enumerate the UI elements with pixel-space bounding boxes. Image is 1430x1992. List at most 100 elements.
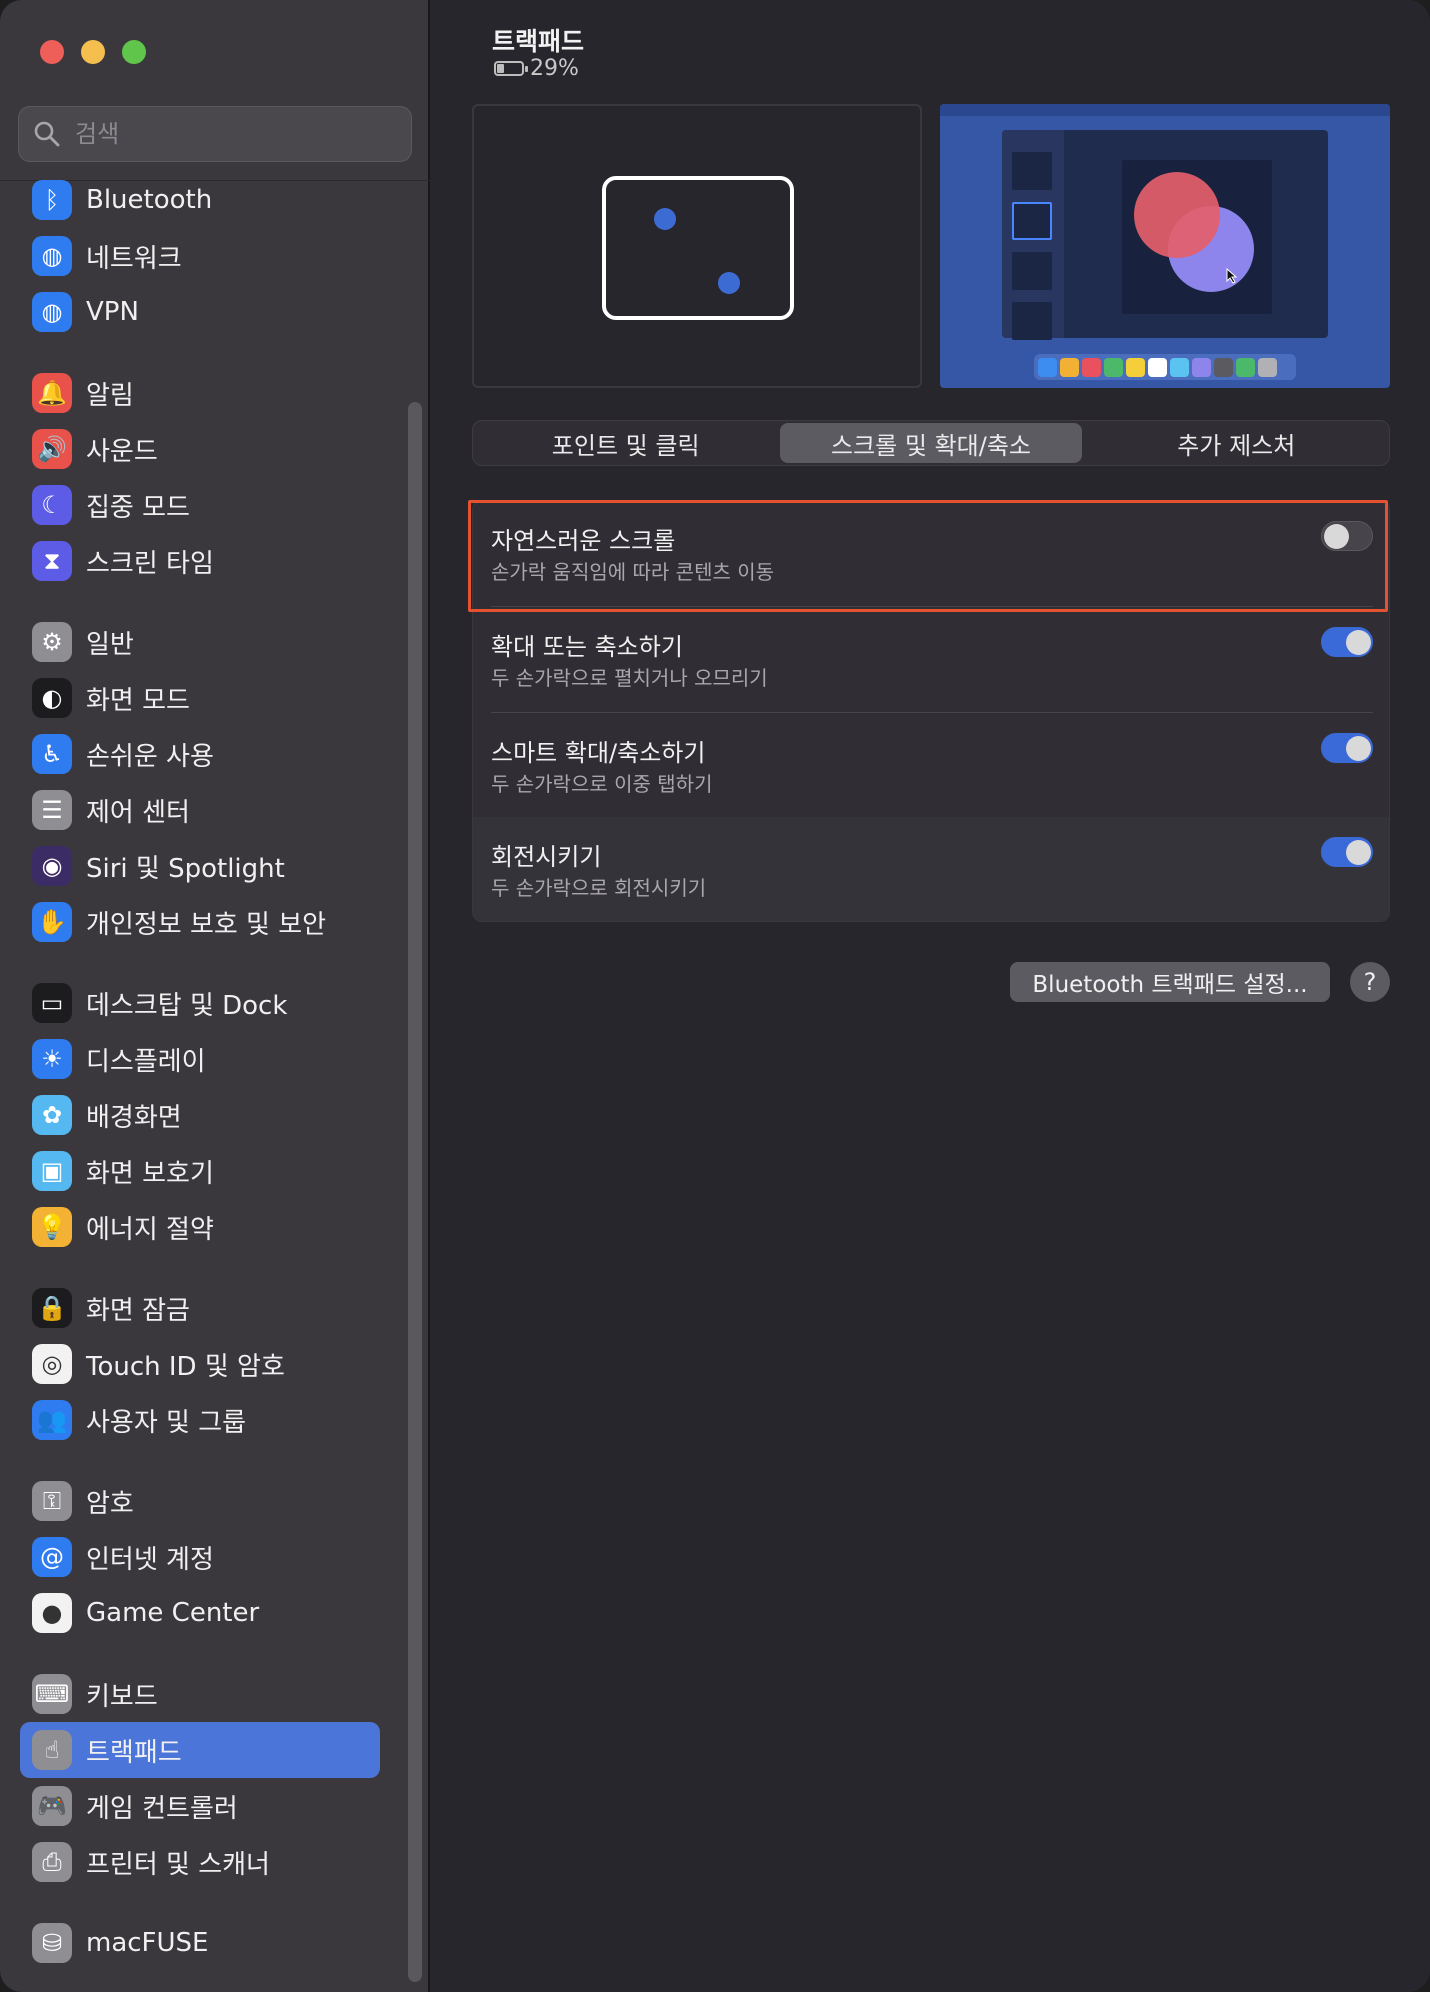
sidebar-item-siri[interactable]: ◉ Siri 및 Spotlight [20, 838, 380, 894]
screensaver-icon: ▣ [32, 1151, 72, 1191]
sidebar-item-at[interactable]: @ 인터넷 계정 [20, 1529, 380, 1585]
sidebar-item-screensaver[interactable]: ▣ 화면 보호기 [20, 1143, 380, 1199]
sidebar-item-game-center[interactable]: ● Game Center [20, 1585, 380, 1641]
sidebar-item-hourglass[interactable]: ⧗ 스크린 타임 [20, 533, 380, 589]
sidebar-item-label: 프린터 및 스캐너 [86, 1849, 270, 1880]
sidebar-item-bluetooth[interactable]: ᛒ Bluetooth [20, 172, 380, 228]
sidebar-item-label: 집중 모드 [86, 492, 190, 523]
demo-sidebar [1002, 130, 1064, 340]
sidebar-item-appearance[interactable]: ◐ 화면 모드 [20, 670, 380, 726]
sidebar-item-label: 개인정보 보호 및 보안 [86, 909, 327, 940]
appearance-icon: ◐ [32, 678, 72, 718]
sidebar-item-fingerprint[interactable]: ◎ Touch ID 및 암호 [20, 1336, 380, 1392]
sidebar-item-vpn-globe[interactable]: ◍ VPN [20, 284, 380, 340]
sidebar-item-label: 알림 [86, 380, 134, 411]
tab-scroll-and-zoom[interactable]: 스크롤 및 확대/축소 [780, 423, 1082, 463]
sidebar-item-globe[interactable]: ◍ 네트워크 [20, 228, 380, 284]
sidebar: ᛒ Bluetooth ◍ 네트워크 ◍ VPN 🔔 알림 🔊 사운드 ☾ 집중 모드 ⧗ 스크린 타임 ⚙… [0, 0, 430, 1992]
bluetooth-icon: ᛒ [32, 180, 72, 220]
sidebar-item-sun[interactable]: ☀ 디스플레이 [20, 1031, 380, 1087]
sidebar-scrollbar[interactable] [408, 402, 422, 1982]
tab-point-and-click[interactable]: 포인트 및 클릭 [475, 423, 776, 463]
sidebar-item-label: 에너지 절약 [86, 1214, 214, 1245]
search-field[interactable] [18, 106, 412, 162]
sidebar-item-lock[interactable]: 🔒 화면 잠금 [20, 1280, 380, 1336]
sidebar-item-printer[interactable]: ⎙ 프린터 및 스캐너 [20, 1834, 380, 1890]
finger-dot [718, 272, 740, 294]
demo-thumbnail [1012, 302, 1052, 340]
annotation-highlight [468, 500, 1388, 612]
sidebar-item-label: 네트워크 [86, 243, 182, 274]
sidebar-item-users[interactable]: 👥 사용자 및 그룹 [20, 1392, 380, 1448]
sidebar-item-macfuse[interactable]: ⛁ macFUSE [20, 1915, 380, 1971]
search-input[interactable] [75, 120, 395, 148]
demo-thumbnail [1012, 152, 1052, 190]
at-icon: @ [32, 1537, 72, 1577]
setting-title: 스마트 확대/축소하기 [491, 739, 706, 767]
hand-icon: ✋ [32, 902, 72, 942]
moon-icon: ☾ [32, 485, 72, 525]
flower-icon: ✿ [32, 1095, 72, 1135]
gear-icon: ⚙ [32, 622, 72, 662]
globe-icon: ◍ [32, 236, 72, 276]
sidebar-item-label: 암호 [86, 1488, 134, 1519]
sidebar-item-label: 트랙패드 [86, 1737, 182, 1768]
battery-level-fill [497, 64, 504, 73]
lock-icon: 🔒 [32, 1288, 72, 1328]
system-settings-window: ᛒ Bluetooth ◍ 네트워크 ◍ VPN 🔔 알림 🔊 사운드 ☾ 집중 모드 ⧗ 스크린 타임 ⚙… [0, 0, 1430, 1992]
minimize-button[interactable] [81, 40, 105, 64]
demo-canvas [1122, 160, 1272, 314]
users-icon: 👥 [32, 1400, 72, 1440]
siri-icon: ◉ [32, 846, 72, 886]
bluetooth-trackpad-setup-button[interactable]: Bluetooth 트랙패드 설정... [1010, 962, 1330, 1002]
sidebar-item-lightbulb[interactable]: 💡 에너지 절약 [20, 1199, 380, 1255]
sidebar-item-label: VPN [86, 297, 139, 327]
zoom-button[interactable] [122, 40, 146, 64]
toggle-knob [1346, 736, 1371, 761]
keyboard-icon: ⌨ [32, 1674, 72, 1714]
dock-icon: ▭ [32, 983, 72, 1023]
sidebar-item-label: Game Center [86, 1598, 260, 1628]
sidebar-item-label: Touch ID 및 암호 [86, 1351, 285, 1382]
sidebar-item-bell[interactable]: 🔔 알림 [20, 365, 380, 421]
help-button[interactable]: ? [1350, 962, 1390, 1002]
rotate-toggle[interactable] [1321, 837, 1373, 867]
sidebar-item-gamepad[interactable]: 🎮 게임 컨트롤러 [20, 1778, 380, 1834]
trackpad-icon: ☝ [32, 1730, 72, 1770]
sidebar-item-dock[interactable]: ▭ 데스크탑 및 Dock [20, 975, 380, 1031]
close-button[interactable] [40, 40, 64, 64]
key-icon: ⚿ [32, 1481, 72, 1521]
smart-zoom-toggle[interactable] [1321, 733, 1373, 763]
gamepad-icon: 🎮 [32, 1786, 72, 1826]
sidebar-item-keyboard[interactable]: ⌨ 키보드 [20, 1666, 380, 1722]
sidebar-item-label: 키보드 [86, 1681, 158, 1712]
battery-status: 29% [494, 56, 579, 81]
main-pane: 트랙패드 29% 포인트 및 클릭 스크롤 및 확대/축소 추가 제스처 자연스… [432, 0, 1430, 1992]
setting-row-rotate: 회전시키기 두 손가락으로 회전시키기 [473, 817, 1389, 921]
sidebar-item-label: 화면 보호기 [86, 1158, 214, 1189]
sidebar-item-trackpad[interactable]: ☝ 트랙패드 [20, 1722, 380, 1778]
setting-row-zoom: 확대 또는 축소하기 두 손가락으로 펼치거나 오므리기 [473, 607, 1389, 713]
search-icon [34, 121, 60, 147]
sidebar-item-label: Bluetooth [86, 185, 213, 215]
sidebar-item-label: 손쉬운 사용 [86, 741, 214, 772]
tab-more-gestures[interactable]: 추가 제스처 [1086, 423, 1387, 463]
sidebar-item-speaker[interactable]: 🔊 사운드 [20, 421, 380, 477]
sidebar-item-gear[interactable]: ⚙ 일반 [20, 614, 380, 670]
traffic-lights [40, 40, 146, 64]
finger-dot [654, 208, 676, 230]
sidebar-item-label: 스크린 타임 [86, 548, 214, 579]
sidebar-item-toggles[interactable]: ☰ 제어 센터 [20, 782, 380, 838]
sidebar-item-label: 사운드 [86, 436, 158, 467]
setting-title: 확대 또는 축소하기 [491, 633, 683, 661]
sidebar-item-hand[interactable]: ✋ 개인정보 보호 및 보안 [20, 894, 380, 950]
sidebar-item-accessibility[interactable]: ♿ 손쉬운 사용 [20, 726, 380, 782]
sidebar-item-flower[interactable]: ✿ 배경화면 [20, 1087, 380, 1143]
battery-percent: 29% [530, 56, 579, 81]
zoom-toggle[interactable] [1321, 627, 1373, 657]
sidebar-item-label: 데스크탑 및 Dock [86, 990, 288, 1021]
sidebar-item-moon[interactable]: ☾ 집중 모드 [20, 477, 380, 533]
demo-thumbnail-selected [1012, 202, 1052, 240]
tab-bar: 포인트 및 클릭 스크롤 및 확대/축소 추가 제스처 [472, 420, 1390, 466]
sidebar-item-key[interactable]: ⚿ 암호 [20, 1473, 380, 1529]
